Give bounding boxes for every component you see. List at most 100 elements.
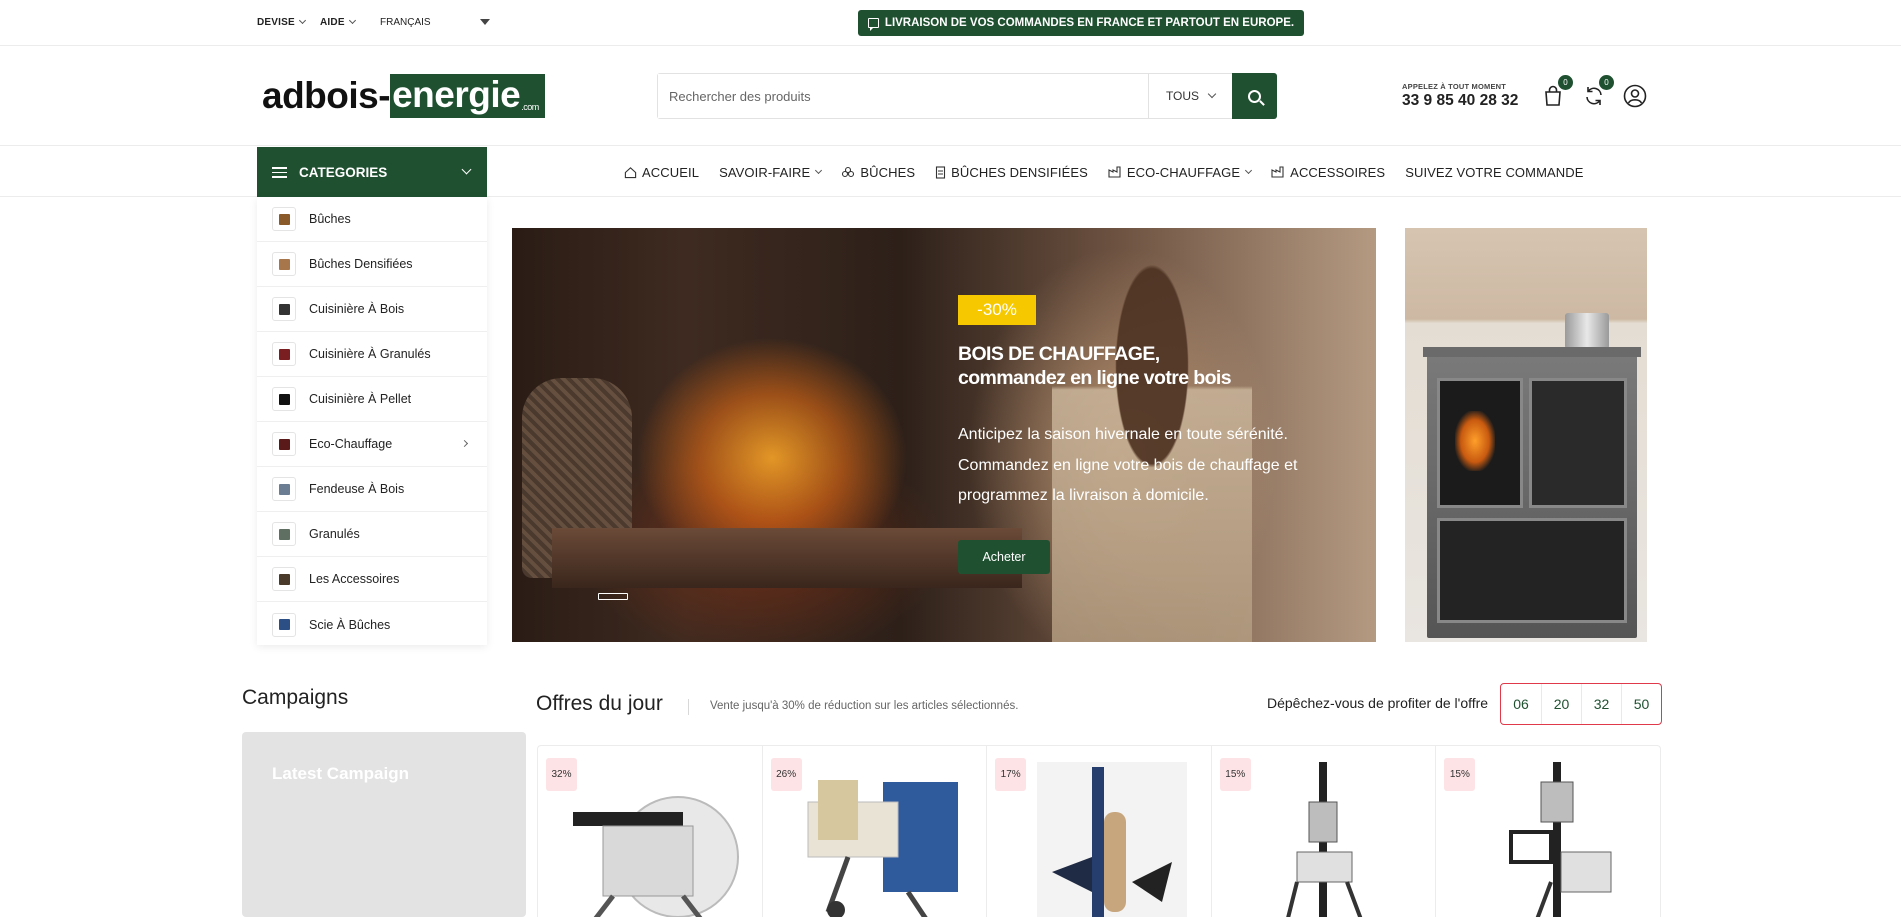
category-color-swatch: [278, 438, 290, 450]
divider: [688, 699, 689, 715]
chevron-right-icon: [460, 439, 469, 448]
product-card[interactable]: 15%: [1435, 746, 1660, 917]
hero-title-line2: commandez en ligne votre bois: [958, 367, 1232, 389]
discount-badge: 26%: [770, 758, 802, 791]
category-item-buches-densifiees[interactable]: Bûches Densifiées: [257, 242, 487, 287]
discount-badge: 32%: [546, 758, 577, 791]
category-thumbnail: [272, 612, 296, 637]
compare-count-badge: 0: [1599, 75, 1614, 90]
category-item-cuisiniere-granules[interactable]: Cuisinière À Granulés: [257, 332, 487, 377]
caret-down-icon: [480, 19, 490, 25]
hero-buy-button[interactable]: Acheter: [958, 540, 1050, 574]
currency-menu[interactable]: DEVISE: [257, 16, 306, 28]
chevron-down-icon: [348, 16, 356, 25]
category-color-swatch: [278, 213, 290, 225]
logo-right-box: energie .com: [390, 74, 545, 118]
hero-title: BOIS DE CHAUFFAGE, commandez en ligne vo…: [958, 342, 1338, 390]
chevron-down-icon: [1207, 89, 1217, 99]
nav-item-suivez-commande[interactable]: SUIVEZ VOTRE COMMANDE: [1405, 165, 1583, 180]
product-card[interactable]: 15%: [1210, 746, 1436, 917]
category-item-buches[interactable]: Bûches: [257, 197, 487, 242]
category-color-swatch: [278, 303, 290, 315]
stove-top: [1423, 347, 1641, 357]
currency-label: DEVISE: [257, 17, 295, 28]
campaign-card[interactable]: Latest Campaign: [242, 732, 526, 917]
nav-item-buches[interactable]: BÛCHES: [841, 165, 915, 180]
hero-discount-badge: -30%: [958, 295, 1036, 325]
slider-indicator[interactable]: [598, 593, 628, 600]
countdown-timer: 06 20 32 50: [1500, 683, 1662, 725]
category-label: Bûches Densifiées: [309, 257, 413, 271]
hero-text: Anticipez la saison hivernale en toute s…: [958, 426, 1298, 504]
category-thumbnail: [272, 522, 296, 546]
nav-links: ACCUEIL SAVOIR-FAIRE BÛCHES BÛCHES DENSI…: [624, 147, 1604, 197]
nav-item-label: ECO-CHAUFFAGE: [1126, 164, 1241, 180]
category-thumbnail: [272, 252, 296, 276]
category-item-granules[interactable]: Granulés: [257, 512, 487, 557]
nav-item-label: BÛCHES: [860, 164, 916, 180]
product-image-table-saw: [807, 780, 958, 917]
stove-drawer: [1437, 518, 1627, 623]
category-item-eco-chauffage[interactable]: Eco-Chauffage: [257, 422, 487, 467]
language-select[interactable]: FRANÇAIS: [380, 17, 490, 28]
category-thumbnail: [272, 387, 296, 411]
chevron-down-icon: [461, 164, 472, 175]
logs-icon: [842, 166, 855, 178]
category-color-swatch: [278, 483, 290, 495]
product-card[interactable]: 32%: [538, 746, 762, 917]
nav-item-label: SAVOIR-FAIRE: [719, 164, 811, 180]
product-card[interactable]: 26%: [761, 746, 987, 917]
categories-toggle[interactable]: CATEGORIES: [257, 147, 487, 197]
hero-photo-fireplace: [552, 528, 1022, 588]
home-icon: [624, 166, 637, 178]
category-thumbnail: [272, 477, 296, 501]
factory-icon: [1108, 166, 1121, 178]
nav-item-savoir-faire[interactable]: SAVOIR-FAIRE: [719, 164, 823, 180]
category-item-fendeuse-bois[interactable]: Fendeuse À Bois: [257, 467, 487, 512]
hero-slider: -30% BOIS DE CHAUFFAGE, commandez en lig…: [512, 228, 1376, 642]
language-label: FRANÇAIS: [380, 17, 431, 28]
hero-title-line1: BOIS DE CHAUFFAGE,: [958, 343, 1160, 365]
category-item-accessoires[interactable]: Les Accessoires: [257, 557, 487, 602]
category-color-swatch: [278, 573, 290, 585]
compare-button[interactable]: 0: [1582, 75, 1614, 108]
countdown-hours: 20: [1541, 684, 1581, 724]
category-label: Cuisinière À Granulés: [309, 347, 431, 361]
factory-icon: [1271, 166, 1284, 178]
cart-button[interactable]: 0: [1541, 75, 1573, 108]
category-item-cuisiniere-bois[interactable]: Cuisinière À Bois: [257, 287, 487, 332]
top-bar: DEVISE AIDE FRANÇAIS LIVRAISON DE VOS CO…: [0, 0, 1901, 46]
search-button[interactable]: [1232, 73, 1277, 119]
pellet-bag-icon: [936, 165, 946, 179]
campaigns-title: Campaigns: [242, 686, 349, 709]
category-thumbnail: [272, 342, 296, 366]
search-icon: [1248, 89, 1261, 103]
category-thumbnail: [272, 567, 296, 591]
deals-product-grid: 32% 26% 17% 15% 15%: [537, 745, 1661, 917]
category-color-swatch: [278, 258, 290, 270]
site-logo[interactable]: adbois- energie .com: [262, 74, 545, 118]
product-image-vertical-splitter: [1285, 762, 1363, 917]
category-item-cuisiniere-pellet[interactable]: Cuisinière À Pellet: [257, 377, 487, 422]
search-bar: TOUS: [657, 73, 1277, 119]
deals-title: Offres du jour: [536, 692, 663, 715]
category-thumbnail: [272, 207, 296, 231]
search-input[interactable]: [658, 74, 1148, 118]
logo-left: adbois-: [262, 75, 391, 116]
stove-door: [1437, 378, 1523, 508]
help-label: AIDE: [320, 17, 345, 28]
chevron-down-icon: [298, 16, 306, 25]
side-banner-stove[interactable]: [1405, 228, 1647, 642]
account-button[interactable]: [1623, 84, 1647, 108]
nav-item-accueil[interactable]: ACCUEIL: [624, 165, 699, 180]
phone-number[interactable]: 33 9 85 40 28 32: [1402, 92, 1518, 110]
nav-item-accessoires[interactable]: ACCESSOIRES: [1271, 165, 1385, 180]
search-category-select[interactable]: TOUS: [1148, 74, 1232, 118]
product-card[interactable]: 17%: [986, 746, 1211, 917]
nav-item-eco-chauffage[interactable]: ECO-CHAUFFAGE: [1108, 164, 1253, 180]
category-item-scie-buches[interactable]: Scie À Bûches: [257, 602, 487, 647]
banner-photo-stove: [1423, 347, 1641, 638]
deals-subtitle: Vente jusqu'à 30% de réduction sur les a…: [710, 700, 1019, 712]
nav-item-buches-densifiees[interactable]: BÛCHES DENSIFIÉES: [935, 165, 1088, 180]
help-menu[interactable]: AIDE: [320, 16, 356, 28]
